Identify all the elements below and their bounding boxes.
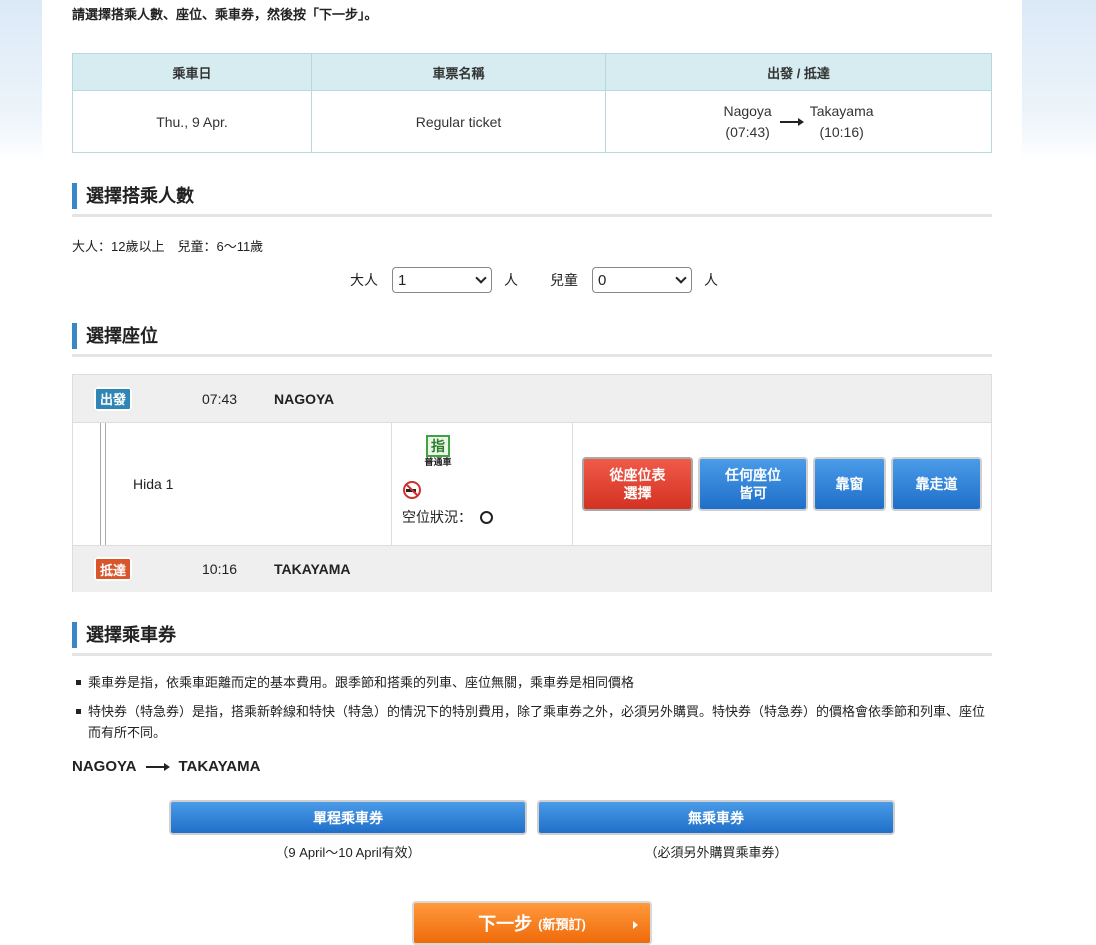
- car-type-label: 普通車: [424, 457, 452, 467]
- departure-row: 出發 07:43 NAGOYA: [73, 375, 991, 422]
- adult-count-select[interactable]: 1: [392, 267, 492, 293]
- destination-station: Takayama: [809, 102, 874, 119]
- chevron-down-icon: [475, 272, 487, 284]
- adult-label: 大人: [350, 272, 378, 288]
- vacancy-label: 空位狀況：: [402, 509, 472, 525]
- passenger-selector: 大人 1 人 兒童 0 人: [350, 267, 750, 293]
- adult-count-value: 1: [398, 271, 407, 289]
- departure-time: 07:43: [202, 390, 238, 407]
- header-route: 出發 / 抵達: [605, 53, 992, 91]
- route-line: [73, 423, 106, 545]
- button-line: 選擇: [623, 485, 652, 501]
- chevron-down-icon: [675, 272, 687, 284]
- header-date: 乘車日: [72, 53, 312, 91]
- section-title-seat: 選擇座位: [72, 323, 992, 357]
- ticket-note-2: 特快券（特急券）是指，搭乘新幹線和特快（特急）的情況下的特別費用，除了乘車券之外…: [76, 701, 992, 743]
- origin: Nagoya (07:43): [723, 101, 771, 143]
- reserved-car-icon: 指 普通車: [418, 435, 458, 468]
- section-title-passengers: 選擇搭乘人數: [72, 183, 992, 217]
- origin-time: (07:43): [725, 123, 770, 140]
- ticket-note-1: 乘車券是指，依乘車距離而定的基本費用。跟季節和搭乘的列車、座位無關，乘車券是相同…: [76, 672, 992, 693]
- next-step-button[interactable]: 下一步 (新預訂): [412, 901, 652, 945]
- seat-options: 從座位表選擇 任何座位皆可 靠窗 靠走道: [573, 423, 991, 545]
- available-circle-icon: [480, 510, 493, 524]
- travel-date: Thu., 9 Apr.: [72, 90, 312, 153]
- train-row: Hida 1 指 普通車 空位狀況： 從座位表 選擇 任何座位 皆可 靠窗 靠走…: [73, 422, 991, 545]
- window-seat-button[interactable]: 靠窗: [813, 457, 886, 511]
- button-line: 任何座位: [725, 467, 781, 483]
- single-ticket-button[interactable]: 單程乘車券: [169, 800, 527, 835]
- button-line: 從座位表: [609, 467, 666, 483]
- child-unit: 人: [704, 272, 718, 288]
- destination-time: (10:16): [819, 123, 864, 140]
- arrow-right-icon: [779, 117, 804, 126]
- select-from-seat-chart-button[interactable]: 從座位表 選擇: [582, 457, 693, 511]
- arrow-right-icon: [146, 762, 171, 771]
- child-label: 兒童: [550, 272, 578, 288]
- ticket-notes: 乘車券是指，依乘車距離而定的基本費用。跟季節和搭乘的列車、座位無關，乘車券是相同…: [76, 672, 992, 751]
- single-ticket-note: （9 April～10 April有效）: [275, 845, 421, 860]
- play-arrow-icon: [633, 921, 638, 929]
- no-ticket-note: （必須另外購買乘車券）: [644, 845, 788, 860]
- trip-summary-table: 乘車日 車票名稱 出發 / 抵達 Thu., 9 Apr. Regular ti…: [72, 53, 992, 153]
- arrival-station: TAKAYAMA: [274, 561, 351, 577]
- departure-badge: 出發: [94, 386, 132, 411]
- child-count-value: 0: [598, 271, 607, 289]
- aisle-seat-button[interactable]: 靠走道: [891, 457, 982, 511]
- section-title-tickets: 選擇乘車券: [72, 622, 992, 656]
- adult-unit: 人: [504, 272, 518, 288]
- instruction-text: 請選擇搭乘人數、座位、乘車券，然後按「下一步」。: [72, 7, 378, 22]
- departure-station: NAGOYA: [274, 390, 335, 407]
- no-ticket-button[interactable]: 無乘車券: [537, 800, 895, 835]
- button-line: 皆可: [739, 485, 767, 501]
- vacancy-status: 空位狀況：: [402, 507, 572, 527]
- main-content: 請選擇搭乘人數、座位、乘車券，然後按「下一步」。 乘車日 車票名稱 出發 / 抵…: [42, 0, 1022, 945]
- reserved-icon-char: 指: [426, 435, 450, 457]
- next-sub-label: (新預訂): [538, 916, 586, 932]
- age-note: 大人：12歲以上 兒童：6～11歲: [72, 239, 264, 254]
- route-cell: Nagoya (07:43) Takayama (10:16): [605, 90, 992, 153]
- ticket-name: Regular ticket: [311, 90, 606, 153]
- next-label: 下一步: [478, 914, 533, 934]
- arrival-badge: 抵達: [94, 557, 132, 581]
- origin-station: Nagoya: [723, 102, 772, 119]
- destination: Takayama (10:16): [810, 101, 874, 143]
- ticket-route-from: NAGOYA: [72, 758, 137, 775]
- train-name: Hida 1: [105, 423, 392, 545]
- ticket-route-to: TAKAYAMA: [178, 758, 261, 775]
- arrival-time: 10:16: [202, 561, 238, 577]
- child-count-select[interactable]: 0: [592, 267, 692, 293]
- arrival-row: 抵達 10:16 TAKAYAMA: [73, 545, 991, 592]
- seat-selection-box: 出發 07:43 NAGOYA Hida 1 指 普通車 空位狀況： 從座位表 …: [72, 374, 992, 592]
- header-ticket-name: 車票名稱: [311, 53, 606, 91]
- train-info: 指 普通車 空位狀況：: [392, 423, 573, 545]
- any-seat-button[interactable]: 任何座位 皆可: [698, 457, 808, 511]
- no-smoking-icon: [403, 481, 421, 499]
- ticket-route: NAGOYA TAKAYAMA: [72, 758, 260, 775]
